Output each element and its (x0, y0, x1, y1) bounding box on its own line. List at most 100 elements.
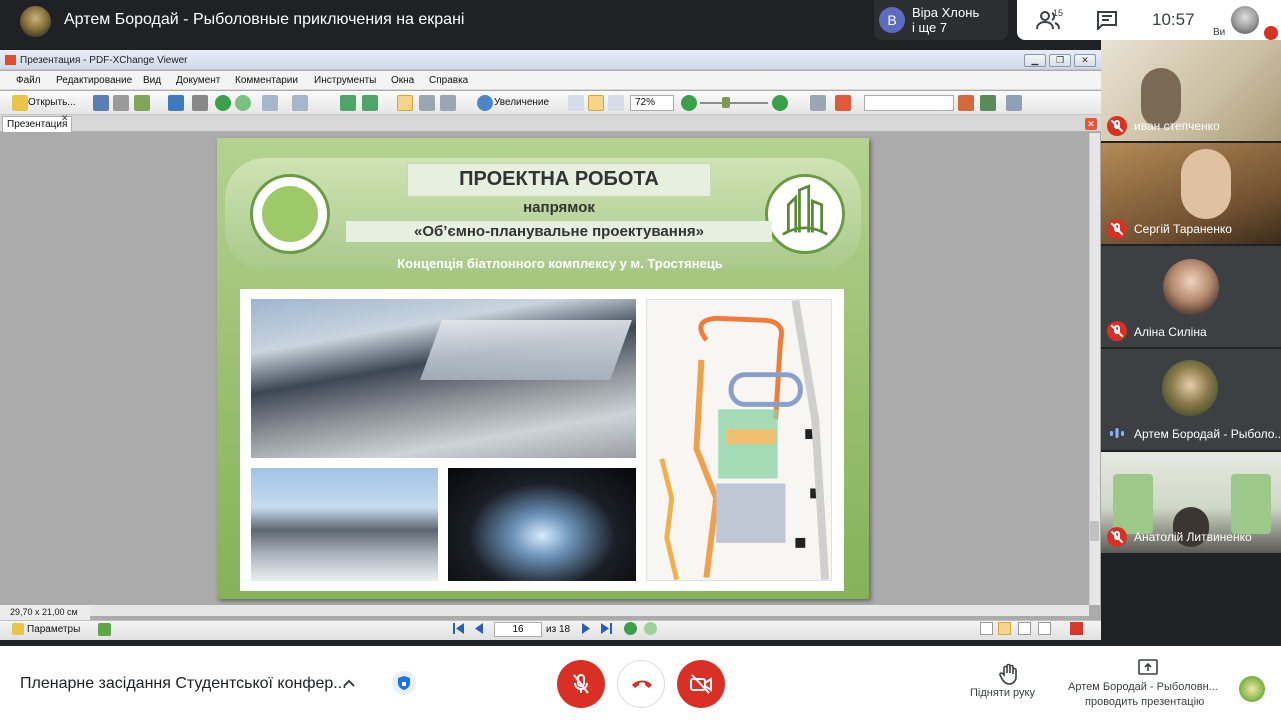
fit-page-icon[interactable] (588, 95, 604, 111)
fit-width-icon[interactable] (608, 95, 624, 111)
extensions-icon[interactable] (98, 623, 111, 636)
menu-edit[interactable]: Редактирование (56, 75, 132, 86)
rotate-right-icon[interactable] (362, 95, 378, 111)
facing-pages-icon[interactable] (1018, 622, 1031, 635)
forward-icon[interactable] (235, 95, 251, 111)
continuous-page-icon[interactable] (998, 622, 1011, 635)
last-page-icon[interactable] (600, 622, 613, 635)
camera-off-icon (690, 674, 712, 694)
leave-call-button[interactable] (617, 660, 665, 708)
participant-avatar (1163, 259, 1219, 315)
site-plan-image (646, 299, 832, 581)
present-screen-icon[interactable] (1138, 659, 1158, 675)
undo-icon[interactable] (262, 95, 278, 111)
print-icon[interactable] (113, 95, 129, 111)
snapshot-icon[interactable] (440, 95, 456, 111)
menu-document[interactable]: Документ (176, 75, 220, 86)
chip-name: Віра Хлонь (912, 5, 980, 20)
mic-off-icon (1107, 219, 1127, 239)
select-text-icon[interactable] (419, 95, 435, 111)
presenter-status: Артем Бородай - Рыболовн... (1068, 681, 1218, 693)
day-render-image (251, 468, 438, 581)
redo-icon[interactable] (292, 95, 308, 111)
ocr-icon[interactable] (192, 95, 208, 111)
save-icon[interactable] (93, 95, 109, 111)
chevron-up-icon[interactable] (343, 677, 355, 689)
page-count: из 18 (546, 624, 571, 635)
find-icon[interactable] (810, 95, 826, 111)
night-render-image (448, 468, 636, 581)
params-button[interactable]: Параметры (27, 624, 80, 635)
export-icon[interactable] (134, 95, 150, 111)
meeting-name[interactable]: Пленарне засідання Студентської конфер..… (20, 675, 347, 693)
open-folder-icon[interactable] (12, 95, 28, 111)
host-controls-shield-icon[interactable] (392, 671, 416, 695)
single-page-icon[interactable] (980, 622, 993, 635)
hang-up-icon (632, 680, 652, 688)
hand-tool-icon[interactable] (397, 95, 413, 111)
settings-icon[interactable] (1006, 95, 1022, 111)
menu-view[interactable]: Вид (143, 75, 161, 86)
page-number-input[interactable]: 16 (494, 622, 542, 637)
facing-continuous-icon[interactable] (1038, 622, 1051, 635)
menu-windows[interactable]: Окна (391, 75, 414, 86)
chip-more: і ще 7 (912, 20, 948, 35)
pdf-icon[interactable] (1070, 622, 1083, 635)
zoom-in-icon[interactable] (772, 95, 788, 111)
zoom-out-icon[interactable] (681, 95, 697, 111)
participant-video (1181, 149, 1231, 219)
participant-name: Сергій Тараненко (1134, 222, 1232, 236)
mic-off-icon (1264, 26, 1278, 40)
mic-off-icon (1107, 321, 1127, 341)
close-document-icon[interactable]: ✕ (1085, 118, 1097, 130)
first-page-icon[interactable] (452, 622, 465, 635)
prev-page-icon[interactable] (472, 622, 485, 635)
raise-hand-icon[interactable] (998, 663, 1020, 685)
zoom-input[interactable]: 72% (630, 95, 674, 111)
slide-subtitle-concept: Концепція біатлонного комплексу у м. Тро… (397, 256, 723, 271)
menu-comments[interactable]: Комментарии (235, 75, 298, 86)
sign-icon[interactable] (980, 95, 996, 111)
menu-file[interactable]: Файл (16, 75, 41, 86)
clock: 10:57 (1152, 10, 1195, 29)
stamp-icon[interactable] (958, 95, 974, 111)
mic-off-icon (573, 674, 589, 694)
menu-tools[interactable]: Инструменты (314, 75, 376, 86)
zoom-slider[interactable] (700, 102, 768, 104)
page-size-status: 29,70 x 21,00 см (0, 605, 90, 620)
open-button-label[interactable]: Открыть... (28, 97, 76, 108)
zoom-tool-label[interactable]: Увеличение (494, 97, 549, 108)
scan-icon[interactable] (168, 95, 184, 111)
back-icon[interactable] (215, 95, 231, 111)
vertical-scrollbar-thumb[interactable] (1090, 521, 1099, 541)
rotate-icon[interactable] (340, 95, 356, 111)
self-view-thumbnail[interactable] (1231, 6, 1259, 34)
slide-subtitle-discipline: «Об’ємно-планувальне проектування» (346, 221, 772, 242)
document-tab-row (0, 115, 1101, 132)
minimize-button[interactable]: ▁ (1024, 54, 1046, 67)
chat-icon[interactable] (1096, 10, 1118, 30)
google-search-icon[interactable] (835, 95, 851, 111)
actual-size-icon[interactable] (568, 95, 584, 111)
tab-close-icon[interactable]: ✕ (61, 113, 69, 124)
search-input[interactable] (864, 95, 954, 111)
architecture-logo (765, 174, 845, 254)
params-icon[interactable] (12, 623, 24, 635)
mic-toggle-button[interactable] (557, 660, 605, 708)
history-back-icon[interactable] (624, 622, 637, 635)
logo-leaf (262, 186, 318, 242)
zoom-slider-thumb[interactable] (722, 97, 730, 108)
people-count: 15 (1053, 8, 1064, 18)
participant-name: Аліна Силіна (1134, 325, 1207, 339)
close-button[interactable]: ✕ (1074, 54, 1096, 67)
horizontal-scrollbar[interactable] (0, 605, 1089, 616)
maximize-button[interactable]: ❐ (1049, 54, 1071, 67)
menu-help[interactable]: Справка (429, 75, 468, 86)
presenter-avatar (20, 6, 51, 37)
stadium-roof (420, 320, 632, 380)
zoom-icon[interactable] (477, 95, 493, 111)
camera-toggle-button[interactable] (677, 660, 725, 708)
raise-hand-label[interactable]: Підняти руку (970, 687, 1035, 699)
next-page-icon[interactable] (580, 622, 593, 635)
history-forward-icon[interactable] (644, 622, 657, 635)
